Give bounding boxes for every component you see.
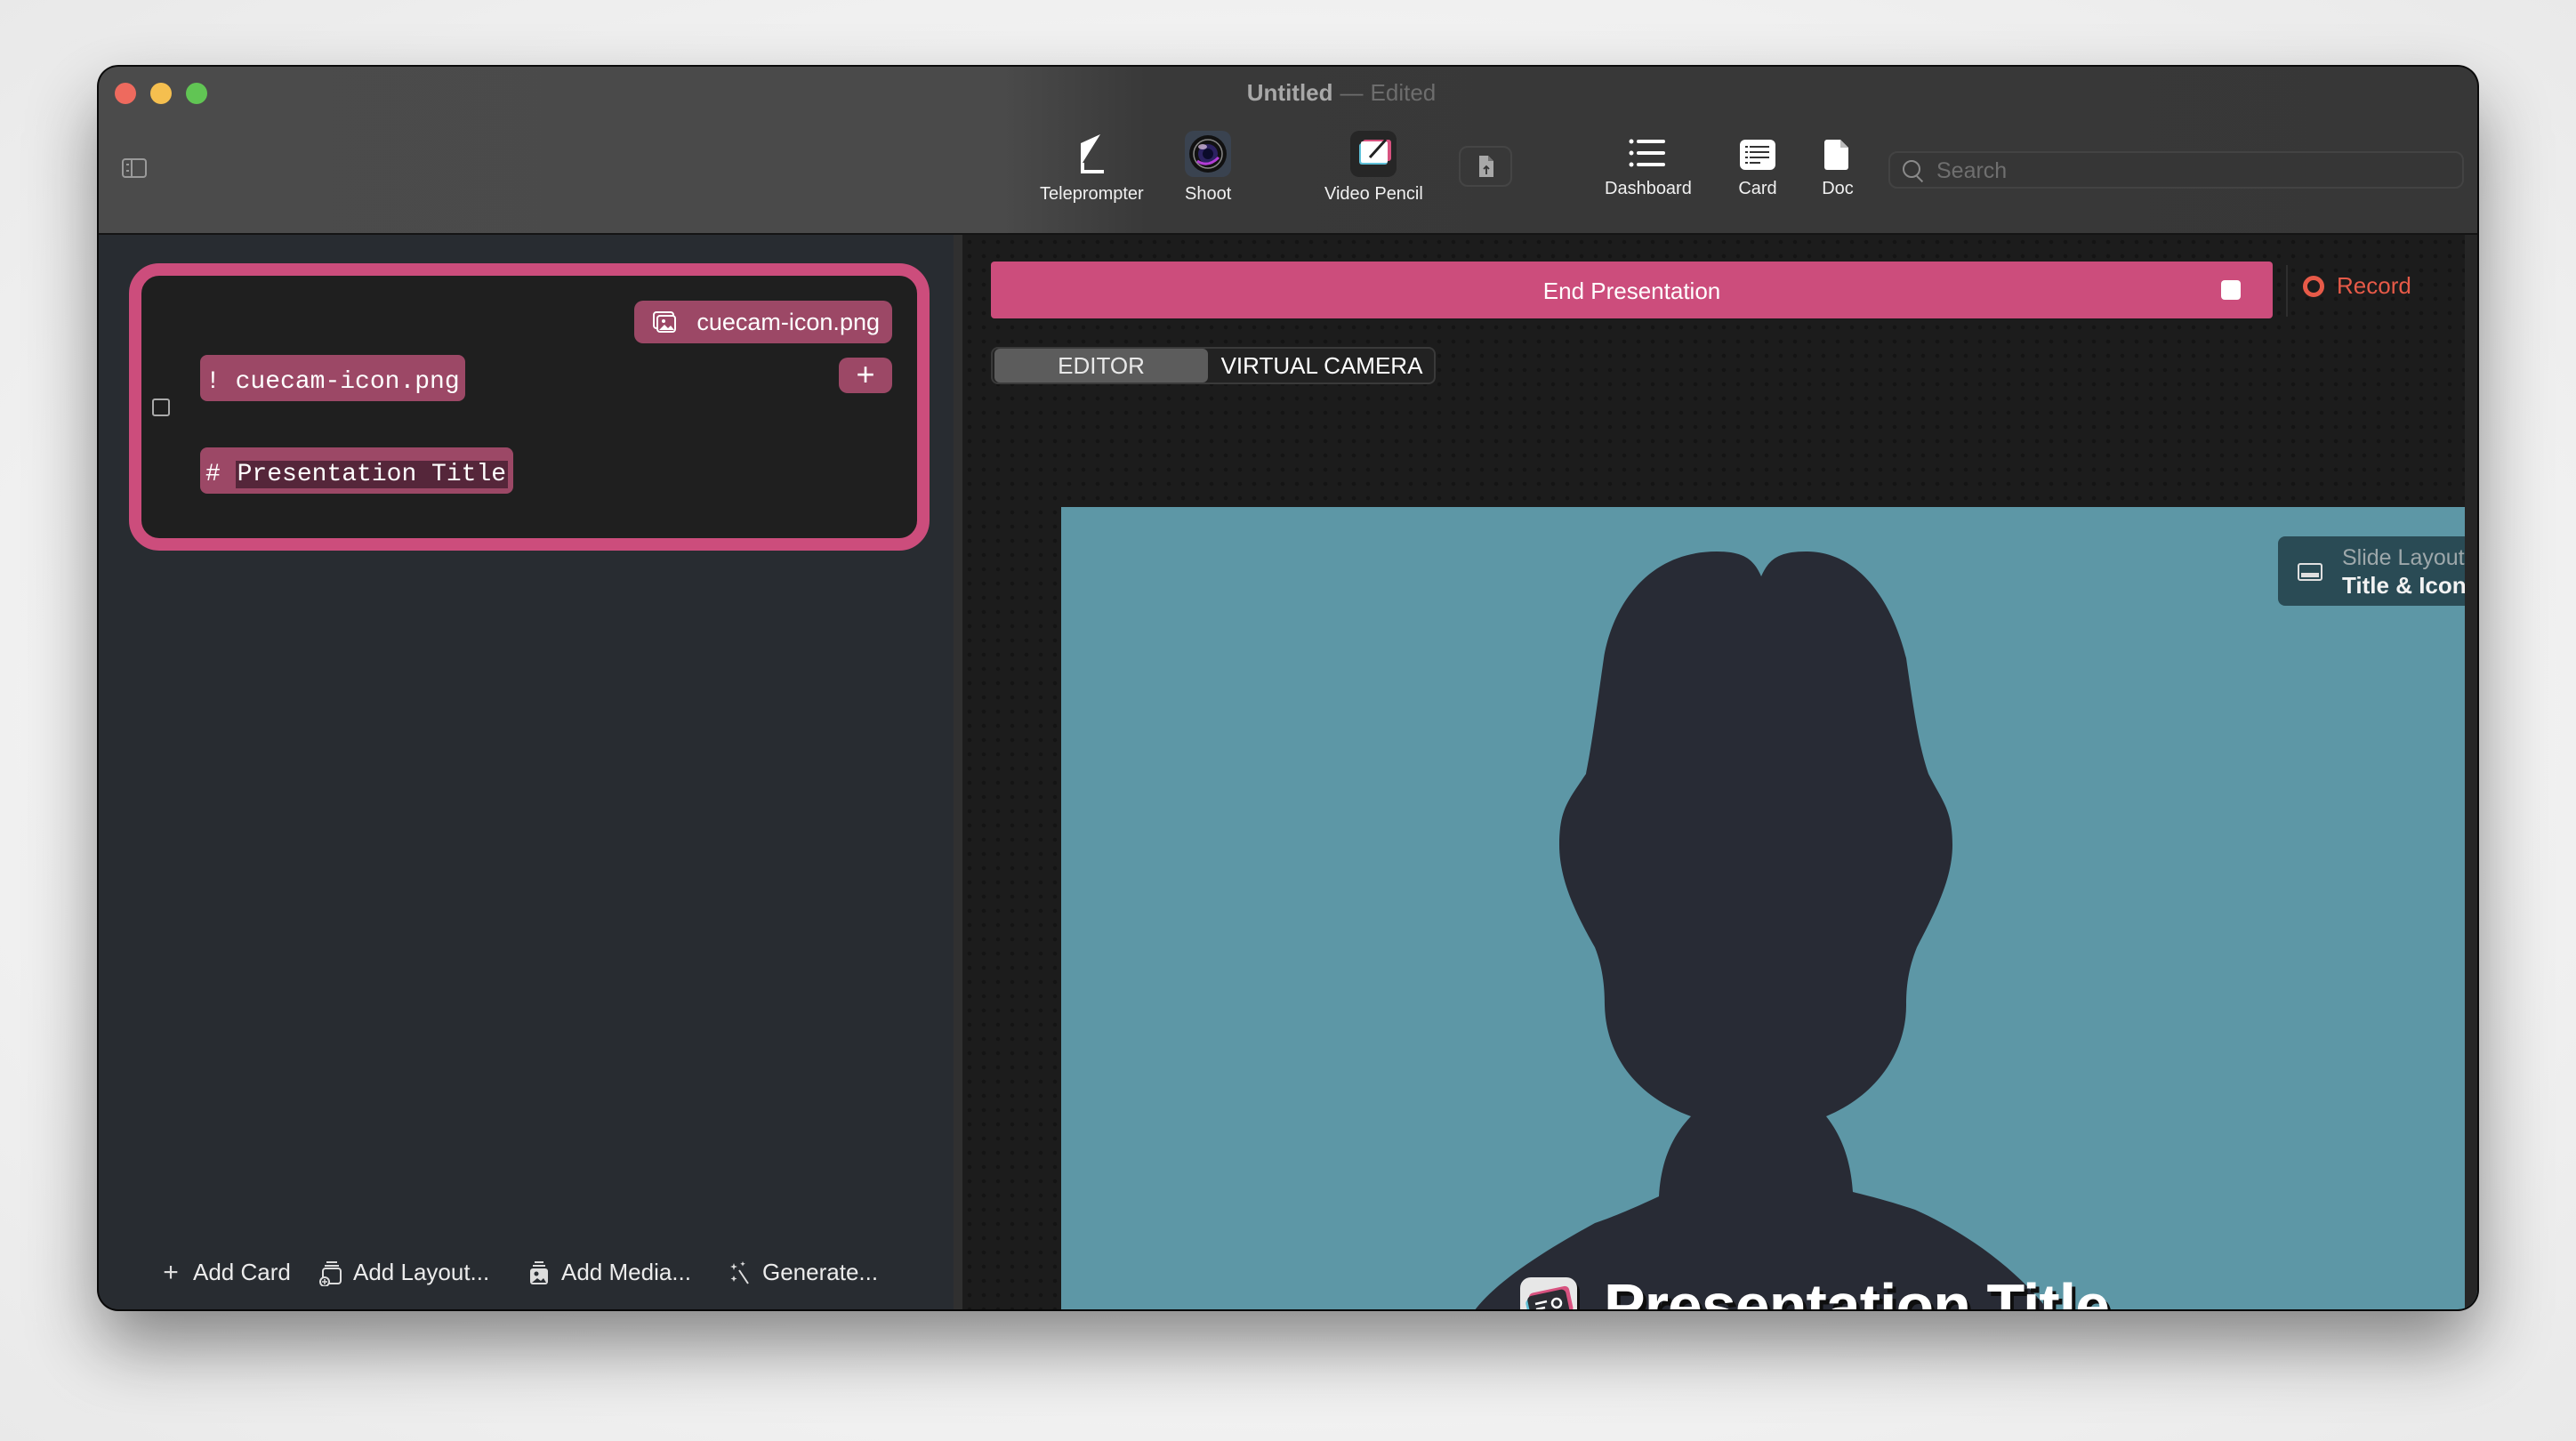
generate-label: Generate... [762,1259,879,1285]
camera-lens-icon [1185,131,1232,177]
title-separator: — [1340,79,1364,106]
card-icon [1738,136,1777,172]
teleprompter-button[interactable]: Teleprompter [1040,131,1144,205]
document-name: Untitled [1246,79,1333,106]
heading-line-prefix: # [205,461,221,488]
upload-document-button[interactable] [1459,146,1512,187]
slide-preview: Slide Layout Title & Icon Presentation T… [1061,507,2477,1309]
shoot-button[interactable]: Shoot [1185,131,1231,205]
tab-editor[interactable]: EDITOR [994,349,1208,382]
window-title: Untitled — Edited [99,79,2477,107]
sidebar: cuecam-icon.png + ! cuecam-icon.png # Pr… [99,235,954,1309]
heading-line-text: Presentation Title [235,461,509,488]
add-media-button[interactable]: Add Media... [527,1259,691,1286]
card-checkbox[interactable] [152,398,170,416]
media-chip-label: cuecam-icon.png [696,309,880,335]
add-layout-icon [319,1260,342,1286]
generate-button[interactable]: Generate... [729,1259,878,1286]
view-mode-segmented-control: EDITOR VIRTUAL CAMERA [991,347,1436,384]
search-input[interactable] [1935,157,2436,185]
card-view-button[interactable]: Card [1738,136,1777,199]
heading-line[interactable]: # Presentation Title [200,447,514,494]
document-upload-icon [1479,156,1493,177]
document-status: Edited [1370,79,1437,106]
end-presentation-label: End Presentation [1542,278,1721,304]
plus-icon: + [163,1257,179,1287]
card-label: Card [1738,179,1777,198]
add-layout-label: Add Layout... [353,1259,490,1285]
add-element-button[interactable]: + [839,358,892,393]
shoot-label: Shoot [1185,184,1232,204]
video-pencil-icon [1350,131,1397,177]
search-icon [1903,160,1920,178]
app-window: Untitled — Edited Teleprompter Shoot Vid… [99,67,2477,1309]
layout-icon [2298,563,2322,581]
cuecam-app-icon [1520,1277,1577,1309]
record-button[interactable]: Record [2303,272,2411,300]
slide-layout-label: Slide Layout [2342,545,2465,570]
add-media-label: Add Media... [561,1259,691,1285]
document-icon [1822,136,1854,172]
dashboard-view-button[interactable]: Dashboard [1605,136,1692,199]
dashboard-label: Dashboard [1605,179,1692,198]
photo-stack-icon [653,311,677,333]
image-line[interactable]: ! cuecam-icon.png [200,355,465,401]
vertical-scrollbar[interactable] [2465,235,2477,1309]
slide-layout-value: Title & Icon [2342,572,2467,599]
image-line-prefix: ! [205,368,221,396]
sidebar-divider[interactable] [954,235,962,1309]
record-label: Record [2337,272,2411,299]
record-icon [2303,275,2324,297]
person-silhouette [1475,551,2048,1309]
slide-title-block: Presentation Title [1520,1270,2110,1309]
toolbar: Untitled — Edited Teleprompter Shoot Vid… [99,67,2477,235]
media-chip[interactable]: cuecam-icon.png [634,301,892,343]
stop-icon [2221,280,2241,300]
doc-label: Doc [1822,179,1854,198]
teleprompter-icon [1068,131,1115,177]
video-pencil-label: Video Pencil [1324,184,1423,204]
list-icon [1628,136,1669,172]
main-panel: End Presentation Record EDITOR VIRTUAL C… [962,235,2477,1309]
add-media-icon [530,1260,548,1284]
image-line-text: cuecam-icon.png [235,368,460,396]
video-pencil-button[interactable]: Video Pencil [1324,131,1423,205]
tab-virtual-camera[interactable]: VIRTUAL CAMERA [1210,349,1434,382]
add-card-button[interactable]: + Add Card [159,1259,291,1286]
end-presentation-button[interactable]: End Presentation [991,262,2273,318]
magic-wand-icon [730,1260,749,1284]
presentation-card[interactable]: cuecam-icon.png + ! cuecam-icon.png # Pr… [129,263,930,551]
slide-title: Presentation Title [1604,1271,2110,1309]
search-field[interactable] [1888,151,2464,189]
doc-view-button[interactable]: Doc [1822,136,1854,199]
sidebar-bottom-bar: + Add Card Add Layout... Add Media... Ge… [99,1243,954,1309]
record-separator [2286,265,2288,317]
slide-layout-dropdown[interactable]: Slide Layout Title & Icon [2278,536,2477,606]
add-layout-button[interactable]: Add Layout... [319,1259,489,1286]
sidebar-toggle-icon[interactable] [122,158,147,178]
teleprompter-label: Teleprompter [1040,184,1144,204]
add-card-label: Add Card [193,1259,291,1285]
